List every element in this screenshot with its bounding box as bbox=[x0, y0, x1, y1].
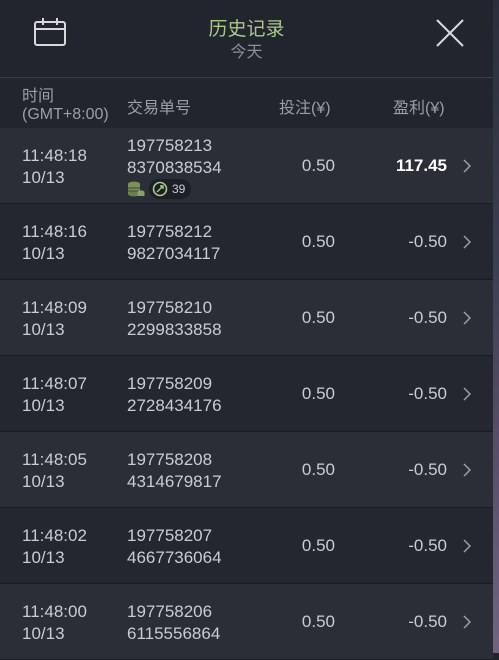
row-time: 11:48:02 10/13 bbox=[22, 526, 87, 567]
row-profit: -0.50 bbox=[408, 460, 447, 479]
row-profit: -0.50 bbox=[408, 232, 447, 251]
row-badges: 39 bbox=[127, 179, 192, 199]
row-bet: 0.50 bbox=[301, 612, 335, 631]
page-title: 历史记录 bbox=[208, 19, 285, 40]
row-bet: 0.50 bbox=[301, 232, 335, 251]
row-order-id: 197758212 9827034117 bbox=[127, 222, 221, 263]
row-order-id: 197758213 8370838534 bbox=[127, 136, 222, 177]
date-filter-label[interactable]: 今天 bbox=[0, 38, 493, 62]
row-time: 11:48:00 10/13 bbox=[22, 602, 87, 643]
chevron-right-icon[interactable] bbox=[462, 538, 472, 554]
close-icon[interactable] bbox=[434, 17, 466, 49]
row-profit: -0.50 bbox=[408, 384, 447, 403]
row-profit: 117.45 bbox=[395, 156, 447, 175]
row-time: 11:48:05 10/13 bbox=[22, 450, 87, 491]
table-row[interactable]: 11:48:00 10/13 197758206 6115556864 0.50 -… bbox=[0, 584, 493, 660]
free-spin-icon bbox=[152, 181, 168, 197]
table-row[interactable]: 11:48:16 10/13 197758212 9827034117 0.50 -… bbox=[0, 204, 493, 280]
header: 历史记录 今天 bbox=[0, 0, 493, 77]
column-header-order: 交易单号 bbox=[127, 100, 192, 117]
column-header-bet: 投注(¥) bbox=[279, 100, 331, 117]
chevron-right-icon[interactable] bbox=[462, 614, 472, 630]
row-order-id: 197758210 2299833858 bbox=[127, 298, 222, 339]
row-bet: 0.50 bbox=[301, 308, 335, 327]
history-panel: 历史记录 今天 时间 (GMT+8:00) 交易单号 投注(¥) 盈利(¥) 1… bbox=[0, 0, 493, 660]
row-bet: 0.50 bbox=[301, 156, 335, 175]
row-time: 11:48:18 10/13 bbox=[22, 146, 87, 187]
column-header-timezone: (GMT+8:00) bbox=[22, 106, 109, 123]
row-bet: 0.50 bbox=[301, 536, 335, 555]
column-header-time: 时间 bbox=[22, 88, 55, 105]
table-row[interactable]: 11:48:05 10/13 197758208 4314679817 0.50 -… bbox=[0, 432, 493, 508]
row-time: 11:48:16 10/13 bbox=[22, 222, 87, 263]
row-bet: 0.50 bbox=[301, 460, 335, 479]
row-order-id: 197758209 2728434176 bbox=[127, 374, 222, 415]
coin-stack-icon bbox=[128, 181, 145, 197]
free-spin-badge: 39 bbox=[149, 179, 192, 199]
history-list: 11:48:18 10/13 197758213 8370838534 39 0… bbox=[0, 128, 493, 660]
chevron-right-icon[interactable] bbox=[462, 234, 472, 250]
table-row[interactable]: 11:48:09 10/13 197758210 2299833858 0.50 -… bbox=[0, 280, 493, 356]
background-strip bbox=[493, 0, 499, 653]
row-time: 11:48:09 10/13 bbox=[22, 298, 87, 339]
table-row[interactable]: 11:48:02 10/13 197758207 4667736064 0.50 -… bbox=[0, 508, 493, 584]
row-profit: -0.50 bbox=[408, 612, 447, 631]
chevron-right-icon[interactable] bbox=[462, 310, 472, 326]
row-profit: -0.50 bbox=[408, 308, 447, 327]
table-row[interactable]: 11:48:18 10/13 197758213 8370838534 39 0… bbox=[0, 128, 493, 204]
row-order-id: 197758206 6115556864 bbox=[127, 602, 221, 643]
row-time: 11:48:07 10/13 bbox=[22, 374, 87, 415]
row-profit: -0.50 bbox=[408, 536, 447, 555]
table-row[interactable]: 11:48:07 10/13 197758209 2728434176 0.50 -… bbox=[0, 356, 493, 432]
column-header-profit: 盈利(¥) bbox=[393, 100, 445, 117]
chevron-right-icon[interactable] bbox=[462, 158, 472, 174]
free-spin-count: 39 bbox=[172, 182, 186, 196]
row-order-id: 197758208 4314679817 bbox=[127, 450, 222, 491]
chevron-right-icon[interactable] bbox=[462, 462, 472, 478]
chevron-right-icon[interactable] bbox=[462, 386, 472, 402]
column-headers: 时间 (GMT+8:00) 交易单号 投注(¥) 盈利(¥) bbox=[0, 78, 493, 128]
row-bet: 0.50 bbox=[301, 384, 335, 403]
row-order-id: 197758207 4667736064 bbox=[127, 526, 222, 567]
